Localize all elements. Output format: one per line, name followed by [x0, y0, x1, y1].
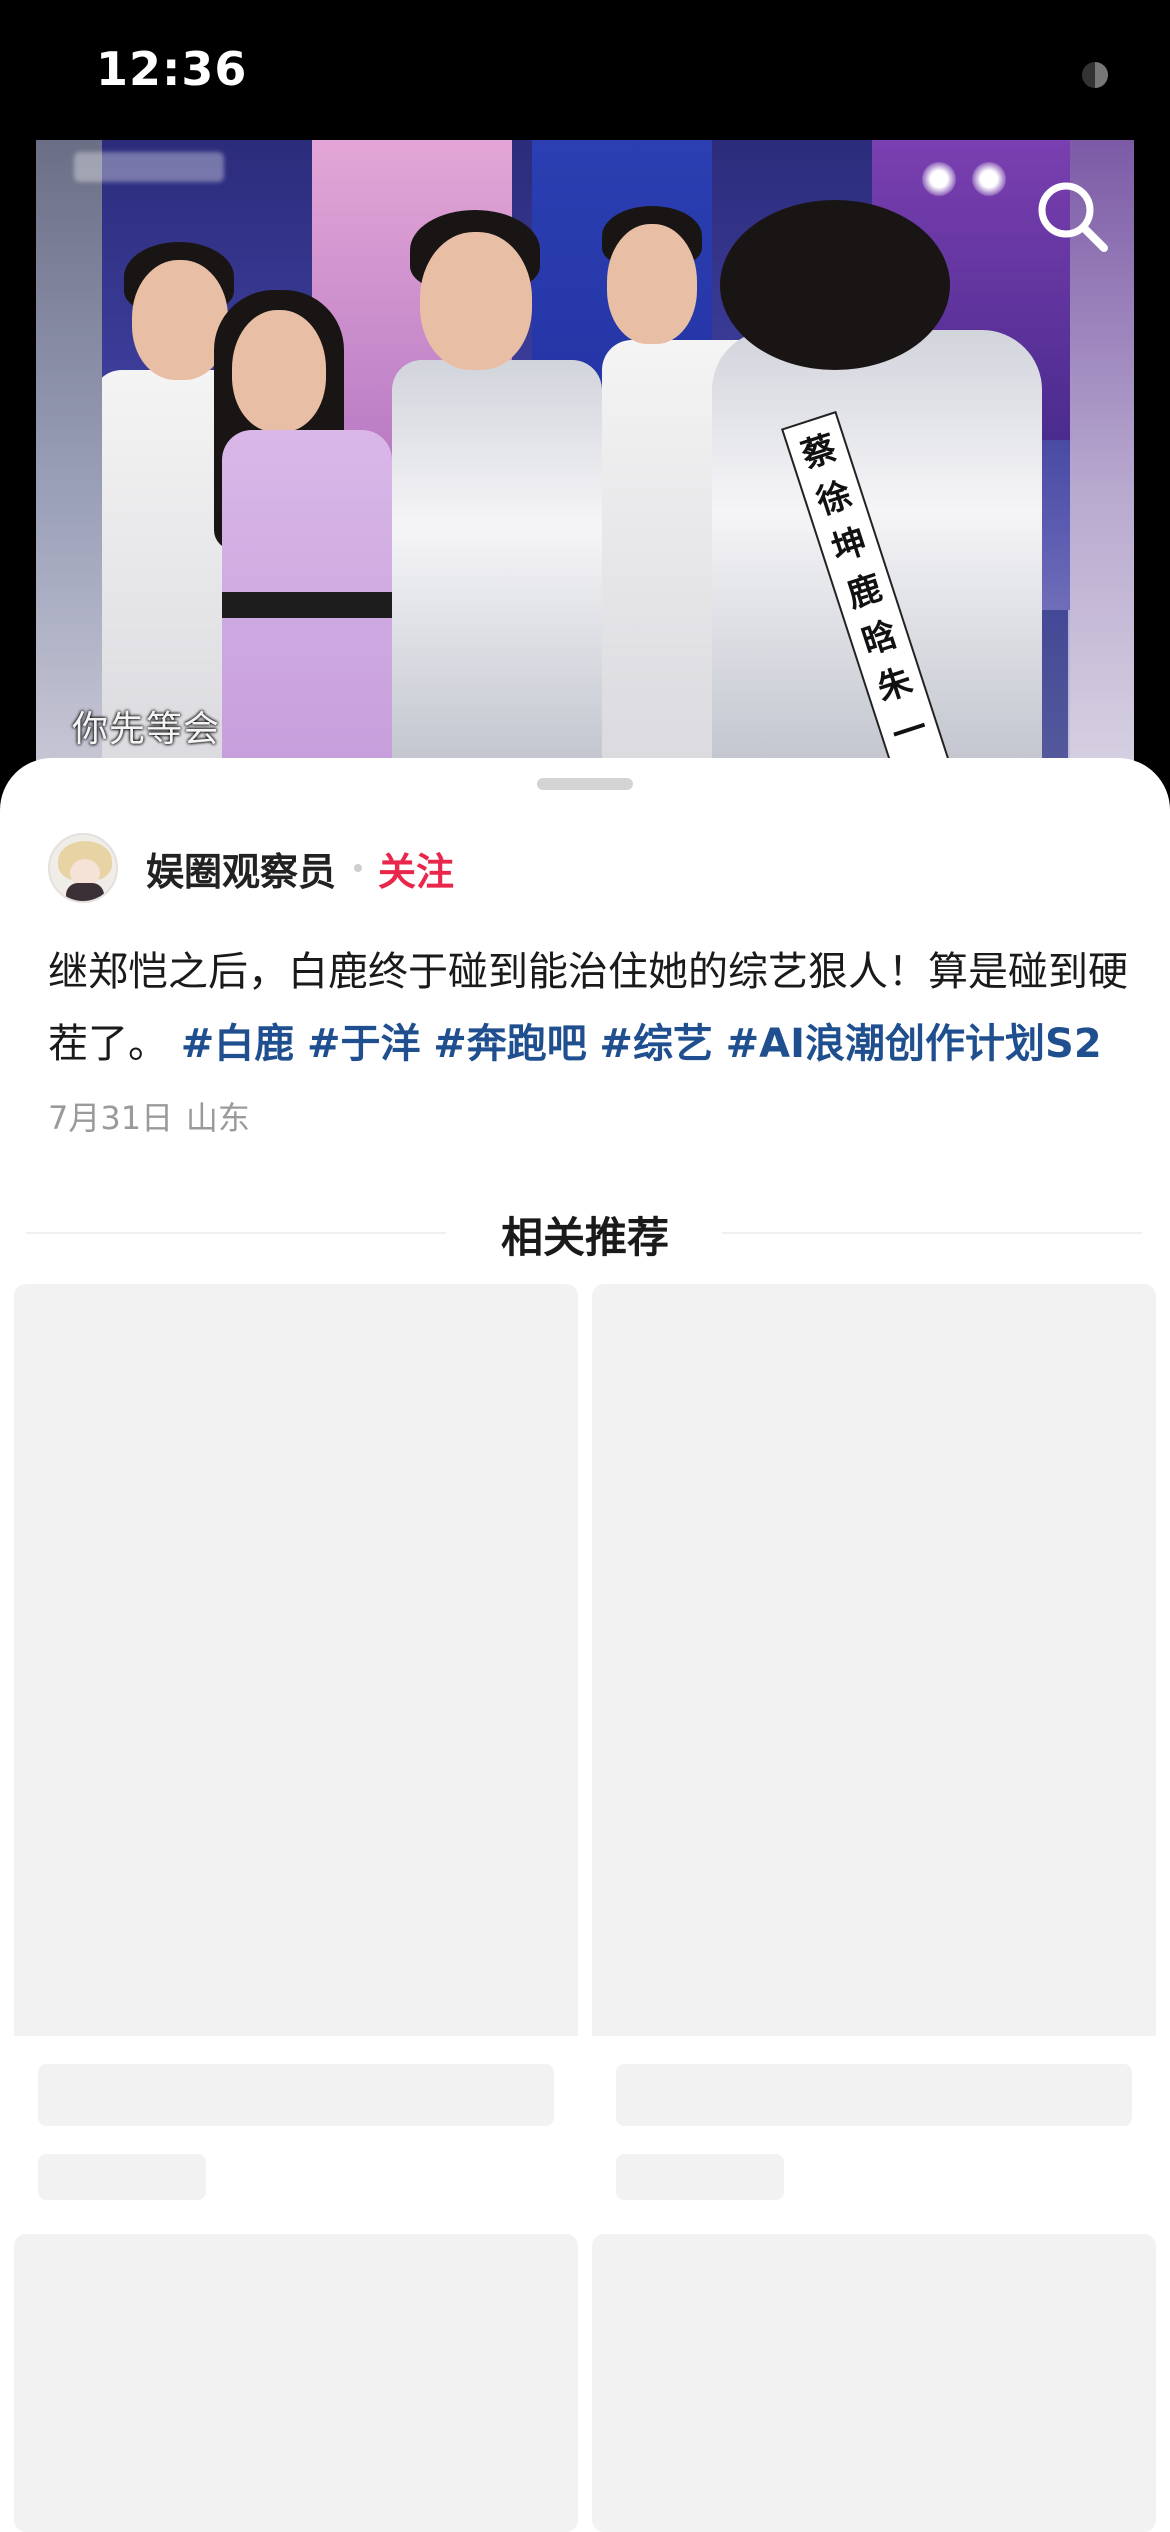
sheet-grabber[interactable]: [537, 778, 633, 790]
related-card-placeholder[interactable]: [592, 1284, 1156, 2228]
status-indicator-icon: [1082, 62, 1108, 88]
detail-sheet: 娱圈观察员 关注 继郑恺之后，白鹿终于碰到能治住她的综艺狠人！算是碰到硬茬了。 …: [0, 758, 1170, 2532]
video-subtitle: 你先等会: [72, 709, 221, 750]
post-date: 7月31日: [48, 1099, 174, 1137]
card-meta-placeholder: [38, 2154, 206, 2200]
card-image-placeholder: [592, 2234, 1156, 2532]
card-image-placeholder: [14, 2234, 578, 2532]
hashtag[interactable]: #白鹿: [181, 1021, 295, 1067]
avatar[interactable]: [48, 833, 118, 903]
search-icon[interactable]: [1032, 176, 1112, 256]
post-location: 山东: [185, 1099, 250, 1137]
stage-light: [972, 162, 1006, 196]
hashtag[interactable]: #综艺: [599, 1021, 713, 1067]
video-blur-left: [36, 140, 102, 780]
hashtag[interactable]: #于洋: [307, 1021, 421, 1067]
separator-dot: [354, 864, 363, 872]
status-time: 12:36: [96, 42, 248, 96]
status-bar: 12:36: [0, 0, 1170, 140]
divider-right: [722, 1232, 1142, 1234]
card-title-placeholder: [38, 2064, 554, 2126]
stage-light: [922, 162, 956, 196]
card-title-placeholder: [616, 2064, 1132, 2126]
card-image-placeholder: [592, 1284, 1156, 2036]
related-card-placeholder[interactable]: [14, 1284, 578, 2228]
author-row: 娱圈观察员 关注: [48, 830, 454, 906]
post-text: 继郑恺之后，白鹿终于碰到能治住她的综艺狠人！算是碰到硬茬了。 #白鹿 #于洋 #…: [48, 936, 1128, 1154]
video-player[interactable]: 蔡徐坤 鹿晗 朱一龙 你先等会: [36, 140, 1134, 780]
author-name[interactable]: 娱圈观察员: [146, 841, 336, 896]
video-frame: 蔡徐坤 鹿晗 朱一龙: [102, 140, 1070, 780]
hashtag[interactable]: #AI浪潮创作计划S2: [726, 1021, 1102, 1067]
related-card-placeholder[interactable]: [14, 2234, 578, 2532]
card-image-placeholder: [14, 1284, 578, 2036]
hashtag[interactable]: #奔跑吧: [433, 1021, 587, 1067]
related-title: 相关推荐: [500, 1213, 669, 1262]
related-card-placeholder[interactable]: [592, 2234, 1156, 2532]
card-meta-placeholder: [616, 2154, 784, 2200]
video-watermark: [74, 152, 224, 182]
follow-button[interactable]: 关注: [378, 841, 454, 896]
